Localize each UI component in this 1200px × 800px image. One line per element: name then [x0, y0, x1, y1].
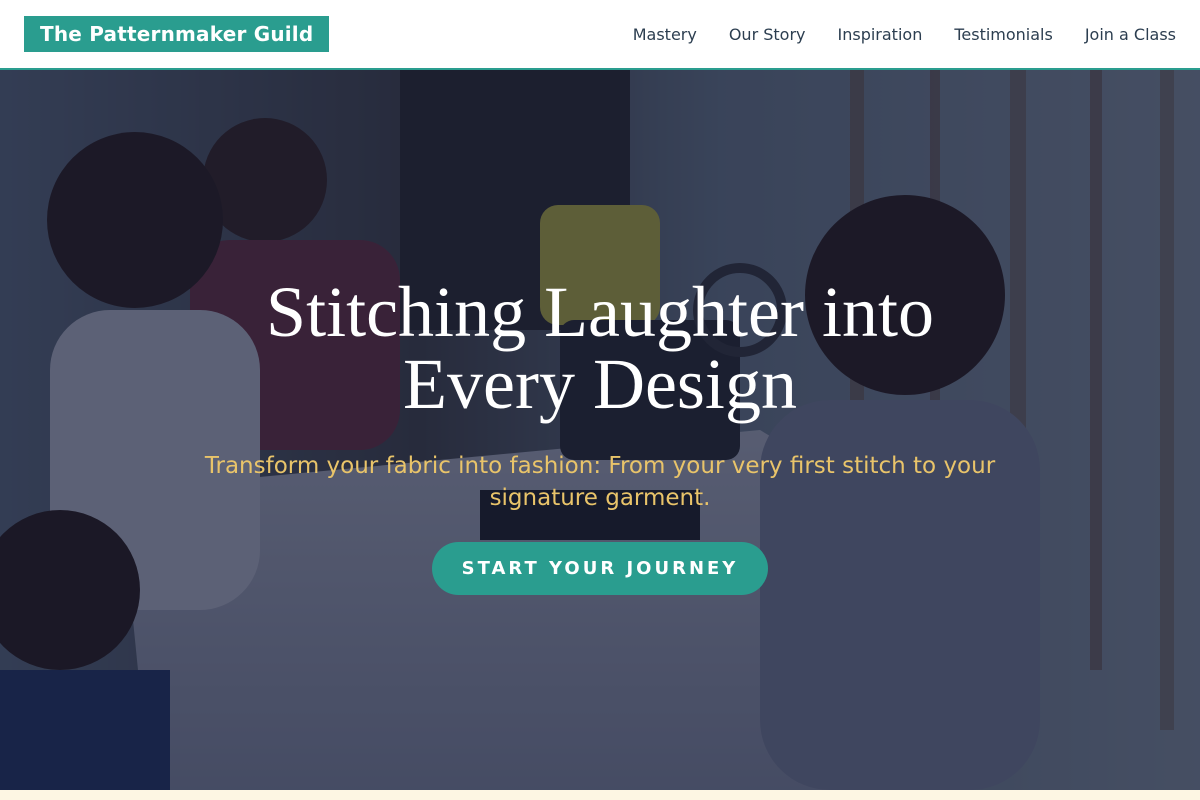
brand-logo[interactable]: The Patternmaker Guild — [24, 16, 330, 52]
next-section-edge — [0, 790, 1200, 800]
hero-section: Stitching Laughter into Every Design Tra… — [0, 70, 1200, 790]
hero-title: Stitching Laughter into Every Design — [266, 271, 934, 424]
nav-link-inspiration[interactable]: Inspiration — [838, 25, 923, 44]
nav-link-mastery[interactable]: Mastery — [633, 25, 697, 44]
nav-link-testimonials[interactable]: Testimonials — [954, 25, 1053, 44]
nav-link-join-a-class[interactable]: Join a Class — [1085, 25, 1176, 44]
start-journey-button[interactable]: START YOUR JOURNEY — [432, 541, 768, 595]
main-nav: Mastery Our Story Inspiration Testimonia… — [633, 25, 1176, 44]
hero-content: Stitching Laughter into Every Design Tra… — [0, 70, 1200, 790]
site-header: The Patternmaker Guild Mastery Our Story… — [0, 0, 1200, 70]
hero-subtitle: Transform your fabric into fashion: From… — [204, 452, 996, 511]
nav-link-our-story[interactable]: Our Story — [729, 25, 806, 44]
